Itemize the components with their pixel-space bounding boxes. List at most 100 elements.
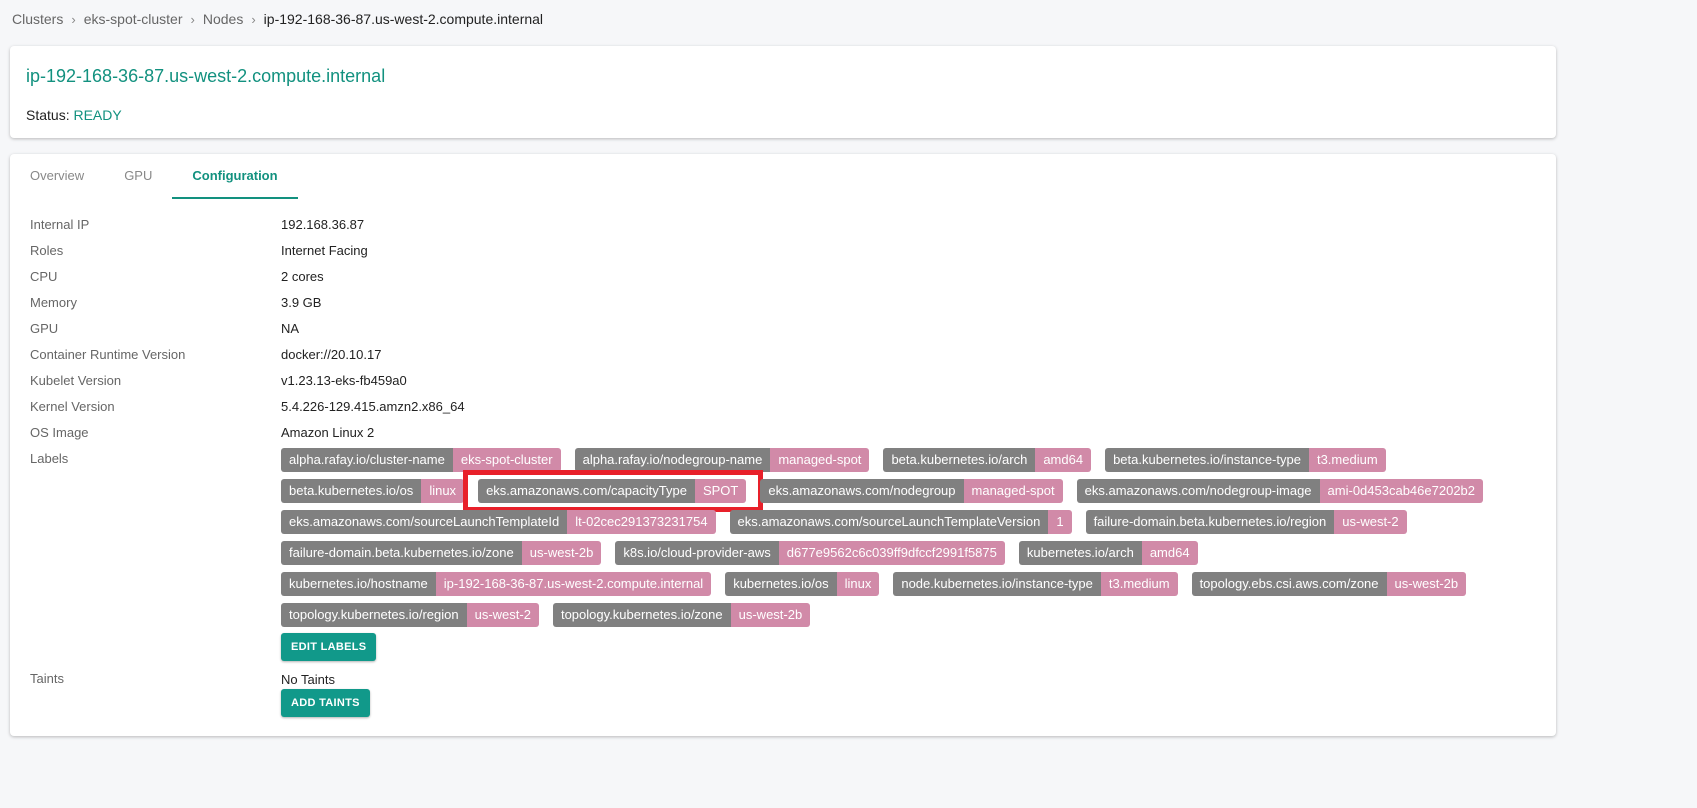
property-value: NA — [281, 321, 300, 336]
label-chip: beta.kubernetes.io/instance-type t3.mediu… — [1105, 448, 1386, 472]
property-key: Kernel Version — [30, 399, 115, 414]
breadcrumb-clusters[interactable]: Clusters — [12, 11, 63, 27]
property-row: GPU NA — [30, 321, 465, 347]
property-row: CPU 2 cores — [30, 269, 465, 295]
label-key: k8s.io/cloud-provider-aws — [615, 541, 779, 565]
property-row: Roles Internet Facing — [30, 243, 465, 269]
label-key: eks.amazonaws.com/nodegroup — [760, 479, 964, 503]
label-key: node.kubernetes.io/instance-type — [893, 572, 1101, 596]
label-value: linux — [421, 479, 465, 503]
label-value: linux — [836, 572, 880, 596]
tab-configuration[interactable]: Configuration — [172, 154, 298, 199]
label-chip: kubernetes.io/hostname ip-192-168-36-87.u… — [281, 572, 712, 596]
property-value: 3.9 GB — [281, 295, 322, 310]
label-key: eks.amazonaws.com/capacityType — [478, 479, 695, 503]
label-value: amd64 — [1035, 448, 1092, 472]
label-value: managed-spot — [770, 448, 870, 472]
label-chip: failure-domain.beta.kubernetes.io/region… — [1085, 510, 1407, 534]
page-title: ip-192-168-36-87.us-west-2.compute.inter… — [26, 66, 386, 86]
label-value: us-west-2b — [521, 541, 602, 565]
label-key: alpha.rafay.io/cluster-name — [281, 448, 453, 472]
breadcrumb-nodes[interactable]: Nodes — [203, 11, 243, 27]
property-key: Roles — [30, 243, 64, 258]
property-key: Labels — [30, 451, 69, 466]
label-value: d677e9562c6c039ff9dfccf2991f5875 — [778, 541, 1005, 565]
label-value: us-west-2 — [466, 603, 539, 627]
label-value: SPOT — [694, 479, 747, 503]
label-value: t3.medium — [1100, 572, 1178, 596]
label-value: managed-spot — [963, 479, 1063, 503]
label-chip: beta.kubernetes.io/os linux — [281, 479, 465, 503]
label-chip: k8s.io/cloud-provider-aws d677e9562c6c039… — [615, 541, 1005, 565]
property-row: Internal IP 192.168.36.87 — [30, 217, 465, 243]
label-chip: alpha.rafay.io/cluster-name eks-spot-clus… — [281, 448, 561, 472]
label-value: 1 — [1048, 510, 1072, 534]
property-key: OS Image — [30, 425, 89, 440]
property-value: 5.4.226-129.415.amzn2.x86_64 — [281, 399, 465, 414]
label-chip: kubernetes.io/os linux — [725, 572, 880, 596]
label-key: alpha.rafay.io/nodegroup-name — [574, 448, 771, 472]
label-key: kubernetes.io/os — [725, 572, 837, 596]
label-chip: eks.amazonaws.com/sourceLaunchTemplateVe… — [729, 510, 1072, 534]
label-value: us-west-2b — [730, 603, 811, 627]
property-value: 2 cores — [281, 269, 324, 284]
property-row: Kernel Version 5.4.226-129.415.amzn2.x86_… — [30, 399, 465, 425]
label-value: eks-spot-cluster — [452, 448, 561, 472]
label-key: beta.kubernetes.io/instance-type — [1105, 448, 1309, 472]
node-status: Status: READY — [26, 107, 122, 123]
label-value: us-west-2b — [1386, 572, 1467, 596]
taints-label: Taints — [30, 671, 64, 686]
property-value: 192.168.36.87 — [281, 217, 365, 232]
label-key: eks.amazonaws.com/nodegroup-image — [1076, 479, 1320, 503]
label-value: amd64 — [1141, 541, 1198, 565]
label-key: kubernetes.io/hostname — [281, 572, 436, 596]
label-value: t3.medium — [1308, 448, 1386, 472]
chevron-right-icon: › — [251, 11, 256, 27]
property-row: Kubelet Version v1.23.13-eks-fb459a0 — [30, 373, 465, 399]
label-chip: node.kubernetes.io/instance-type t3.mediu… — [893, 572, 1178, 596]
breadcrumb-cluster[interactable]: eks-spot-cluster — [84, 11, 183, 27]
label-chip: beta.kubernetes.io/arch amd64 — [883, 448, 1092, 472]
tab-bar: Overview GPU Configuration — [10, 154, 298, 199]
properties-list: Internal IP 192.168.36.87 Roles Internet Fa… — [30, 217, 465, 477]
tab-overview[interactable]: Overview — [10, 154, 104, 197]
label-key: topology.kubernetes.io/zone — [552, 603, 731, 627]
chevron-right-icon: › — [190, 11, 195, 27]
label-chip: failure-domain.beta.kubernetes.io/zone us… — [281, 541, 602, 565]
label-chip: eks.amazonaws.com/sourceLaunchTemplateId… — [281, 510, 716, 534]
tab-gpu[interactable]: GPU — [104, 154, 172, 197]
label-key: beta.kubernetes.io/arch — [883, 448, 1036, 472]
property-key: Container Runtime Version — [30, 347, 186, 362]
label-value: ip-192-168-36-87.us-west-2.compute.inter… — [435, 572, 712, 596]
label-chip: topology.kubernetes.io/region us-west-2 — [281, 603, 539, 627]
node-header-card: ip-192-168-36-87.us-west-2.compute.inter… — [10, 46, 1556, 138]
property-key: GPU — [30, 321, 59, 336]
label-key: beta.kubernetes.io/os — [281, 479, 422, 503]
property-key: Kubelet Version — [30, 373, 122, 388]
label-key: failure-domain.beta.kubernetes.io/region — [1085, 510, 1335, 534]
label-chip: kubernetes.io/arch amd64 — [1018, 541, 1198, 565]
label-chip: eks.amazonaws.com/nodegroup managed-spot — [760, 479, 1063, 503]
property-value: docker://20.10.17 — [281, 347, 382, 362]
taints-value: No Taints — [281, 672, 335, 687]
label-chip: alpha.rafay.io/nodegroup-name managed-spo… — [574, 448, 870, 472]
label-chip-highlighted: eks.amazonaws.com/capacityType SPOT — [463, 470, 764, 512]
label-key: failure-domain.beta.kubernetes.io/zone — [281, 541, 522, 565]
node-details-card: Overview GPU Configuration Internal IP 19… — [10, 154, 1556, 736]
label-value: ami-0d453cab46e7202b2 — [1319, 479, 1484, 503]
label-key: eks.amazonaws.com/sourceLaunchTemplateVe… — [729, 510, 1049, 534]
labels-list: alpha.rafay.io/cluster-name eks-spot-clus… — [281, 448, 1506, 627]
label-key: kubernetes.io/arch — [1018, 541, 1142, 565]
status-value: READY — [73, 107, 122, 123]
property-value: Internet Facing — [281, 243, 368, 258]
property-key: CPU — [30, 269, 58, 284]
edit-labels-button[interactable]: EDIT LABELS — [281, 633, 377, 661]
add-taints-button[interactable]: ADD TAINTS — [281, 689, 370, 717]
label-value: lt-02cec291373231754 — [567, 510, 716, 534]
label-key: eks.amazonaws.com/sourceLaunchTemplateId — [281, 510, 568, 534]
label-key: topology.kubernetes.io/region — [281, 603, 467, 627]
breadcrumb-current: ip-192-168-36-87.us-west-2.compute.inter… — [263, 11, 544, 27]
property-value: v1.23.13-eks-fb459a0 — [281, 373, 407, 388]
label-value: us-west-2 — [1334, 510, 1407, 534]
label-chip: topology.ebs.csi.aws.com/zone us-west-2b — [1191, 572, 1467, 596]
